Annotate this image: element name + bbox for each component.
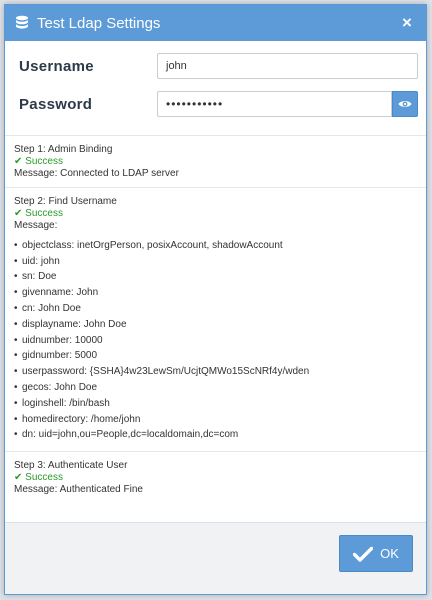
list-item: • userpassword: {SSHA}4w23LewSm/UcjtQMWo1…: [14, 366, 310, 378]
ldap-test-dialog: Test Ldap Settings × Username john Passw…: [4, 4, 427, 595]
list-item: • gidnumber: 5000: [14, 350, 98, 362]
step-title: Step 1: Admin Binding: [14, 144, 113, 155]
username-input[interactable]: john: [157, 53, 418, 79]
username-row: Username john: [13, 47, 418, 85]
check-icon: [353, 546, 374, 562]
list-item: • givenname: John: [14, 287, 99, 299]
list-item: • dn: uid=john,ou=People,dc=localdomain,d…: [14, 429, 239, 441]
eye-icon: [398, 101, 412, 107]
close-icon[interactable]: ×: [398, 13, 416, 33]
ldap-attributes-list: • objectclass: inetOrgPerson, posixAccoun…: [14, 238, 418, 443]
password-input-wrap: •••••••••••: [157, 91, 418, 117]
show-password-button[interactable]: [392, 91, 418, 117]
step-message: Message: Authenticated Fine: [14, 483, 143, 495]
list-item: • displayname: John Doe: [14, 318, 127, 330]
step-status: ✔ Success: [14, 471, 63, 483]
list-item: • gecos: John Doe: [14, 381, 98, 393]
step-title: Step 2: Find Username: [14, 196, 117, 208]
step-message: Message:: [14, 219, 58, 231]
step-status: ✔ Success: [14, 208, 63, 220]
step-message: Message: Connected to LDAP server: [14, 167, 179, 179]
password-row: Password •••••••••••: [13, 85, 418, 123]
test-steps: Step 1: Admin Binding ✔ Success Message:…: [5, 135, 426, 504]
password-input[interactable]: •••••••••••: [157, 91, 392, 117]
step-find-username: Step 2: Find Username ✔ Success Message:…: [5, 187, 426, 451]
ok-label: OK: [380, 546, 399, 561]
ok-button[interactable]: OK: [339, 535, 413, 572]
list-item: • sn: Doe: [14, 271, 57, 283]
database-icon: [16, 15, 28, 29]
password-label: Password: [19, 95, 93, 113]
credentials-form: Username john Password •••••••••••: [5, 41, 426, 129]
step-admin-binding: Step 1: Admin Binding ✔ Success Message:…: [5, 135, 426, 187]
step-status: ✔ Success: [14, 155, 63, 167]
step-authenticate-user: Step 3: Authenticate User ✔ Success Mess…: [5, 451, 426, 503]
list-item: • loginshell: /bin/bash: [14, 397, 110, 409]
dialog-titlebar: Test Ldap Settings ×: [5, 5, 426, 41]
dialog-title: Test Ldap Settings: [37, 14, 161, 32]
username-label: Username: [19, 57, 94, 75]
list-item: • uidnumber: 10000: [14, 334, 103, 346]
list-item: • cn: John Doe: [14, 302, 81, 314]
list-item: • homedirectory: /home/john: [14, 413, 141, 425]
step-title: Step 3: Authenticate User: [14, 460, 128, 472]
dialog-footer: OK: [5, 522, 426, 594]
username-input-wrap: john: [157, 53, 418, 79]
list-item: • uid: john: [14, 255, 60, 267]
list-item: • objectclass: inetOrgPerson, posixAccoun…: [14, 239, 283, 251]
